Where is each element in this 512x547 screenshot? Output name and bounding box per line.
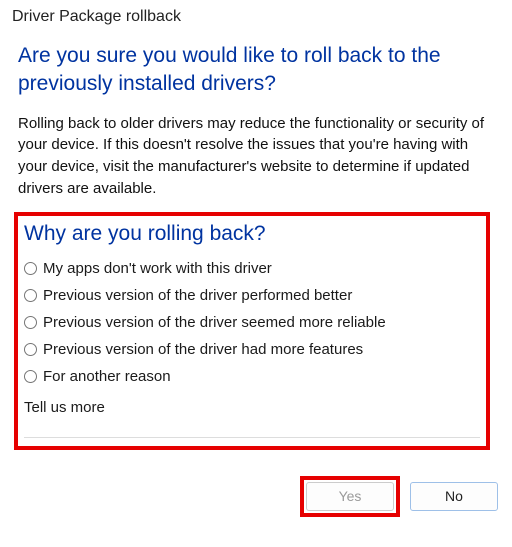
reason-option[interactable]: Previous version of the driver performed… <box>24 287 480 304</box>
reason-radio-group: My apps don't work with this driver Prev… <box>24 260 480 385</box>
reason-label: Previous version of the driver performed… <box>43 287 352 304</box>
reason-radio-performed-better[interactable] <box>24 289 37 302</box>
reason-option[interactable]: My apps don't work with this driver <box>24 260 480 277</box>
dialog-content: Are you sure you would like to roll back… <box>0 30 512 450</box>
reason-radio-more-reliable[interactable] <box>24 316 37 329</box>
reason-heading: Why are you rolling back? <box>24 222 480 246</box>
rollback-reason-section: Why are you rolling back? My apps don't … <box>14 212 490 450</box>
reason-radio-more-features[interactable] <box>24 343 37 356</box>
yes-button[interactable]: Yes <box>306 482 394 511</box>
dialog-button-row: Yes No <box>0 450 512 531</box>
reason-option[interactable]: For another reason <box>24 368 480 385</box>
reason-label: For another reason <box>43 368 171 385</box>
yes-button-highlight: Yes <box>300 476 400 517</box>
reason-radio-apps[interactable] <box>24 262 37 275</box>
tell-us-more-input[interactable] <box>24 420 480 438</box>
reason-option[interactable]: Previous version of the driver had more … <box>24 341 480 358</box>
confirm-heading: Are you sure you would like to roll back… <box>18 42 494 99</box>
reason-label: Previous version of the driver had more … <box>43 341 363 358</box>
reason-label: My apps don't work with this driver <box>43 260 272 277</box>
dialog-title: Driver Package rollback <box>0 0 512 30</box>
tell-us-more-label: Tell us more <box>24 399 480 416</box>
reason-option[interactable]: Previous version of the driver seemed mo… <box>24 314 480 331</box>
reason-radio-another[interactable] <box>24 370 37 383</box>
warning-text: Rolling back to older drivers may reduce… <box>18 113 494 200</box>
reason-label: Previous version of the driver seemed mo… <box>43 314 386 331</box>
no-button[interactable]: No <box>410 482 498 511</box>
